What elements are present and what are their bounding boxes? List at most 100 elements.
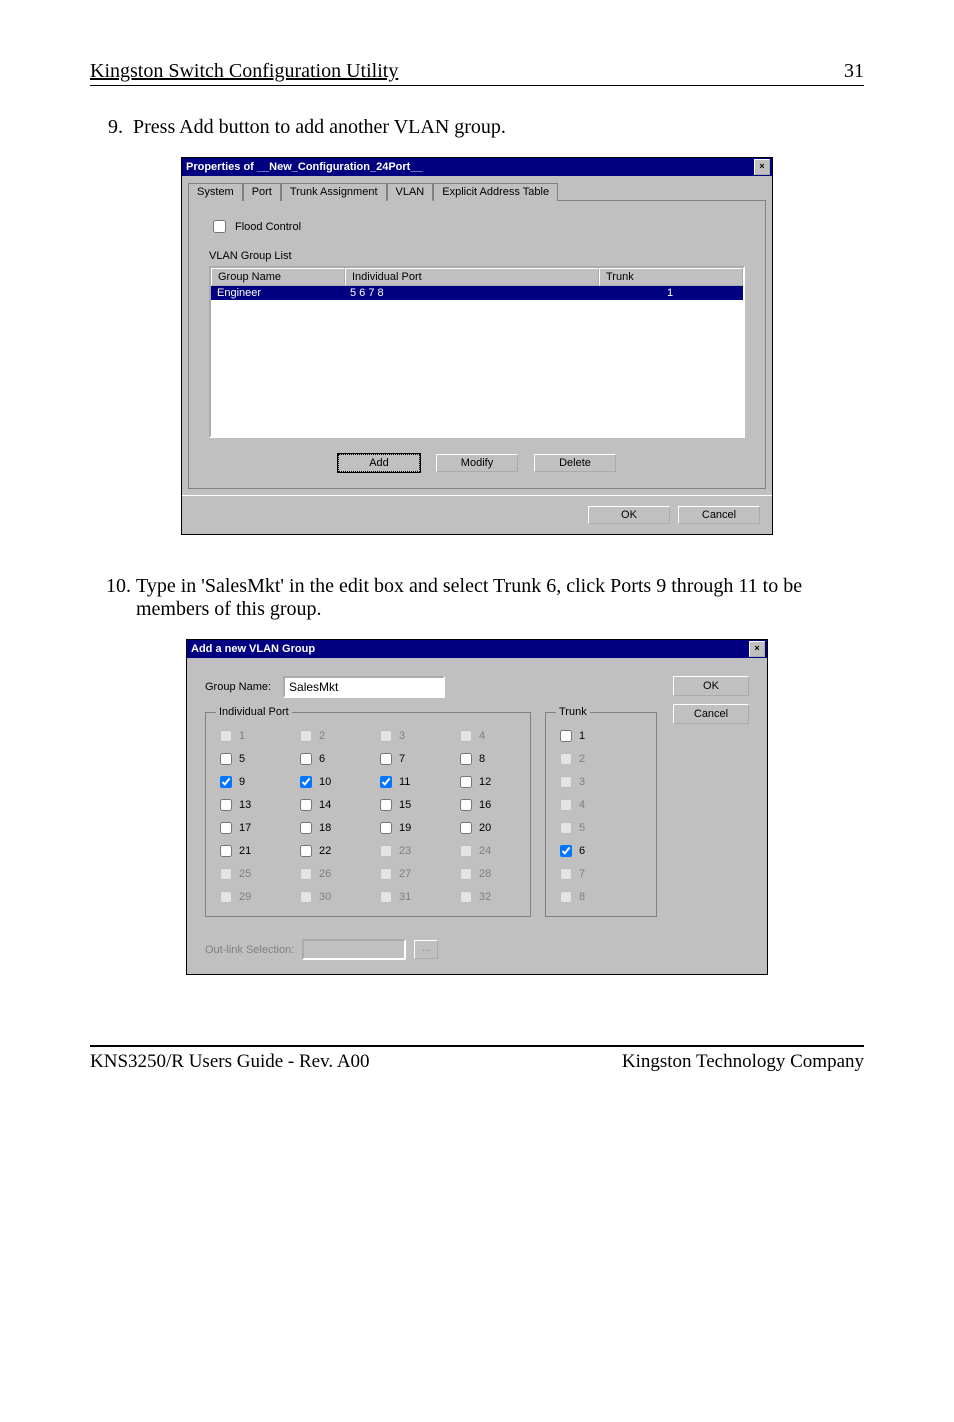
trunk-fieldset: Trunk 12345678: [545, 712, 657, 917]
trunk-checkbox-input[interactable]: [560, 730, 572, 742]
port-checkbox-input[interactable]: [460, 799, 472, 811]
port-checkbox-3: 3: [376, 727, 440, 745]
tab-explicit-address[interactable]: Explicit Address Table: [433, 183, 558, 201]
port-checkbox-input: [460, 891, 472, 903]
port-checkbox-input[interactable]: [380, 753, 392, 765]
footer-left: KNS3250/R Users Guide - Rev. A00: [90, 1051, 370, 1073]
trunk-checkbox-6[interactable]: 6: [556, 842, 646, 860]
port-checkbox-13[interactable]: 13: [216, 796, 280, 814]
port-checkbox-input[interactable]: [380, 799, 392, 811]
port-checkbox-8[interactable]: 8: [456, 750, 520, 768]
port-checkbox-input[interactable]: [220, 753, 232, 765]
port-checkbox-input[interactable]: [220, 822, 232, 834]
step-9: 9. Press Add button to add another VLAN …: [90, 116, 864, 139]
port-checkbox-14[interactable]: 14: [296, 796, 360, 814]
ok-button[interactable]: OK: [588, 506, 670, 524]
trunk-checkbox-input: [560, 799, 572, 811]
port-checkbox-label: 4: [479, 730, 485, 742]
group-name-input[interactable]: [283, 676, 445, 698]
port-checkbox-input: [220, 868, 232, 880]
flood-control-checkbox[interactable]: [213, 220, 226, 233]
footer-right: Kingston Technology Company: [622, 1051, 864, 1073]
port-checkbox-29: 29: [216, 888, 280, 906]
port-checkbox-input: [300, 730, 312, 742]
close-icon[interactable]: ×: [749, 641, 765, 657]
add-button[interactable]: Add: [338, 454, 420, 472]
port-checkbox-10[interactable]: 10: [296, 773, 360, 791]
port-checkbox-input: [460, 730, 472, 742]
port-checkbox-input[interactable]: [300, 822, 312, 834]
out-link-label: Out-link Selection:: [205, 944, 294, 956]
cancel-button[interactable]: Cancel: [678, 506, 760, 524]
tab-system[interactable]: System: [188, 183, 243, 201]
port-checkbox-21[interactable]: 21: [216, 842, 280, 860]
port-checkbox-input: [380, 730, 392, 742]
port-checkbox-5[interactable]: 5: [216, 750, 280, 768]
port-checkbox-16[interactable]: 16: [456, 796, 520, 814]
port-checkbox-label: 15: [399, 799, 411, 811]
col-trunk[interactable]: Trunk: [599, 268, 743, 286]
trunk-checkbox-label: 1: [579, 730, 585, 742]
port-checkbox-input[interactable]: [380, 822, 392, 834]
port-checkbox-input[interactable]: [220, 799, 232, 811]
step-text: Type in 'SalesMkt' in the edit box and s…: [136, 575, 802, 620]
table-row[interactable]: Engineer 5 6 7 8 1: [211, 286, 743, 300]
port-checkbox-input[interactable]: [460, 753, 472, 765]
port-checkbox-11[interactable]: 11: [376, 773, 440, 791]
delete-button[interactable]: Delete: [534, 454, 616, 472]
trunk-checkbox-label: 5: [579, 822, 585, 834]
port-checkbox-22[interactable]: 22: [296, 842, 360, 860]
port-checkbox-label: 22: [319, 845, 331, 857]
port-checkbox-input[interactable]: [300, 776, 312, 788]
cancel-button[interactable]: Cancel: [673, 704, 749, 724]
port-checkbox-input[interactable]: [300, 753, 312, 765]
col-group-name[interactable]: Group Name: [211, 268, 345, 286]
port-checkbox-label: 29: [239, 891, 251, 903]
port-checkbox-label: 2: [319, 730, 325, 742]
close-icon[interactable]: ×: [754, 159, 770, 175]
trunk-checkbox-label: 8: [579, 891, 585, 903]
port-checkbox-6[interactable]: 6: [296, 750, 360, 768]
tab-trunk-assignment[interactable]: Trunk Assignment: [281, 183, 387, 201]
port-checkbox-label: 25: [239, 868, 251, 880]
trunk-checkbox-5: 5: [556, 819, 646, 837]
tab-port[interactable]: Port: [243, 183, 281, 201]
port-checkbox-input[interactable]: [220, 845, 232, 857]
port-checkbox-input[interactable]: [460, 822, 472, 834]
trunk-checkbox-8: 8: [556, 888, 646, 906]
port-checkbox-input[interactable]: [300, 845, 312, 857]
tab-vlan[interactable]: VLAN: [387, 183, 434, 201]
group-name-label: Group Name:: [205, 681, 271, 693]
port-checkbox-input[interactable]: [300, 799, 312, 811]
trunk-legend: Trunk: [556, 706, 590, 718]
port-checkbox-20[interactable]: 20: [456, 819, 520, 837]
port-checkbox-input[interactable]: [220, 776, 232, 788]
port-checkbox-9[interactable]: 9: [216, 773, 280, 791]
titlebar: Properties of __New_Configuration_24Port…: [182, 158, 772, 176]
port-checkbox-label: 9: [239, 776, 245, 788]
port-checkbox-26: 26: [296, 865, 360, 883]
trunk-checkbox-7: 7: [556, 865, 646, 883]
ok-button[interactable]: OK: [673, 676, 749, 696]
trunk-checkbox-1[interactable]: 1: [556, 727, 646, 745]
port-checkbox-19[interactable]: 19: [376, 819, 440, 837]
port-checkbox-input[interactable]: [460, 776, 472, 788]
modify-button[interactable]: Modify: [436, 454, 518, 472]
vlan-group-list[interactable]: Group Name Individual Port Trunk Enginee…: [209, 266, 745, 438]
port-checkbox-input[interactable]: [380, 776, 392, 788]
trunk-checkbox-input[interactable]: [560, 845, 572, 857]
port-checkbox-label: 19: [399, 822, 411, 834]
port-checkbox-18[interactable]: 18: [296, 819, 360, 837]
trunk-checkbox-4: 4: [556, 796, 646, 814]
port-checkbox-17[interactable]: 17: [216, 819, 280, 837]
step-number: 10.: [106, 575, 131, 597]
port-checkbox-15[interactable]: 15: [376, 796, 440, 814]
port-checkbox-label: 8: [479, 753, 485, 765]
step-text: Press Add button to add another VLAN gro…: [133, 116, 506, 138]
trunk-checkbox-input: [560, 891, 572, 903]
port-checkbox-label: 18: [319, 822, 331, 834]
step-number: 9.: [108, 116, 123, 138]
port-checkbox-7[interactable]: 7: [376, 750, 440, 768]
col-individual-port[interactable]: Individual Port: [345, 268, 599, 286]
port-checkbox-12[interactable]: 12: [456, 773, 520, 791]
